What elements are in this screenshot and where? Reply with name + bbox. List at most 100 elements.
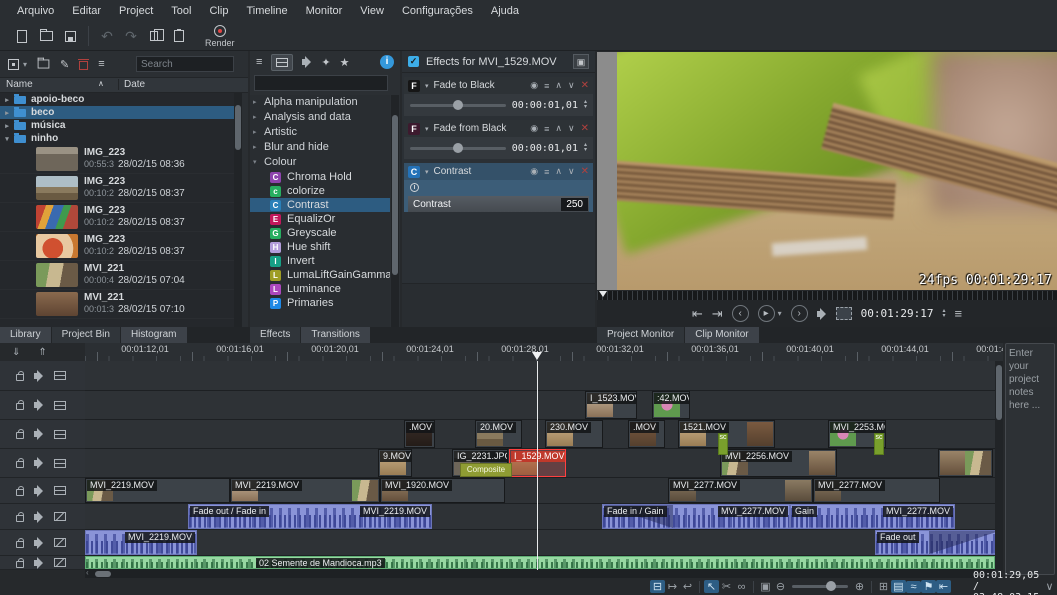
tab-transitions[interactable]: Transitions: [301, 327, 371, 343]
bin-file-row[interactable]: IMG_22300:10:228/02/15 08:37: [0, 203, 234, 232]
track-7[interactable]: MVI_2219.MOV Fade out: [85, 530, 995, 556]
timeline-clip-230-mov[interactable]: 230.MOV: [545, 420, 603, 448]
tab-library[interactable]: Library: [0, 327, 52, 343]
bin-folder-ninho[interactable]: ▾ninho: [0, 132, 234, 145]
timeline-clip-mvi-2256-mov[interactable]: MVI_2256.MOV: [720, 449, 837, 477]
new-project-button[interactable]: [10, 24, 34, 48]
collapse-effect-icon[interactable]: ▾: [425, 82, 429, 90]
copy-button[interactable]: [143, 24, 167, 48]
menu-monitor[interactable]: Monitor: [297, 0, 352, 22]
effect-move-up-icon[interactable]: ∧: [555, 166, 562, 177]
play-dropdown-icon[interactable]: ▾: [778, 309, 782, 318]
tab-effects[interactable]: Effects: [250, 327, 301, 343]
contrast-parameter-value[interactable]: 250: [561, 198, 588, 211]
extract-zone-icon[interactable]: ⇑: [38, 347, 46, 358]
lock-track-icon[interactable]: [16, 561, 24, 568]
timeline-position-timecode[interactable]: 00:01:29,05 / 03:48:03,15: [973, 570, 1042, 595]
effect-item-colorize[interactable]: ccolorize: [250, 184, 390, 198]
effect-enable-icon[interactable]: ◉: [530, 123, 538, 134]
effect-fade-from-black[interactable]: F ▾ Fade from Black ◉ ≡ ∧ ∨ ✕ 00:00:01,0…: [404, 120, 593, 159]
timeline-clip-mvi-2277-mov[interactable]: GainMVI_2277.MOV: [790, 504, 955, 529]
effect-delete-icon[interactable]: ✕: [581, 80, 589, 91]
timeline-clip--mov[interactable]: .MOV: [628, 420, 665, 448]
composite-transition[interactable]: Composite: [460, 463, 512, 477]
mute-track-icon[interactable]: [34, 431, 38, 437]
timeline-vscrollbar[interactable]: [995, 361, 1003, 570]
tab-project-bin[interactable]: Project Bin: [52, 327, 121, 343]
effect-item-greyscale[interactable]: GGreyscale: [250, 226, 390, 240]
bin-file-row[interactable]: MVI_22100:01:328/02/15 07:10: [0, 290, 234, 319]
timeline-clip-mvi-2219-mov[interactable]: MVI_2219.MOV: [85, 530, 197, 555]
rewind-icon[interactable]: ‹: [732, 305, 749, 322]
forward-icon[interactable]: ›: [791, 305, 808, 322]
menu-timeline[interactable]: Timeline: [237, 0, 296, 22]
effect-move-down-icon[interactable]: ∨: [568, 80, 575, 91]
effect-contrast[interactable]: C ▾ Contrast ◉ ≡ ∧ ∨ ✕ Contrast 250: [404, 163, 593, 212]
timeline-clip-9-mov[interactable]: 9.MOV: [378, 449, 412, 477]
play-icon[interactable]: ▸: [758, 305, 775, 322]
edit-clip-icon[interactable]: ✎: [60, 58, 69, 71]
effect-move-up-icon[interactable]: ∧: [555, 80, 562, 91]
mute-track-icon[interactable]: [34, 460, 38, 466]
mute-track-icon[interactable]: [34, 560, 38, 566]
effect-item-hue-shift[interactable]: HHue shift: [250, 240, 390, 254]
timeline-clip-mvi-2219-mov[interactable]: MVI_2219.MOV: [85, 478, 230, 503]
timeline-clip-mvi-2277-mov[interactable]: Fade in / GainMVI_2277.MOV: [602, 504, 790, 529]
timeline-clip[interactable]: Fade out: [875, 530, 995, 555]
project-notes[interactable]: Enter your project notes here ...: [1005, 343, 1055, 575]
go-to-zone-start-icon[interactable]: ⇤: [692, 306, 703, 322]
timeline-clip--42-mov[interactable]: :42.MOV: [652, 391, 690, 419]
timeline-ruler[interactable]: 00:01:12,0100:01:16,0100:01:20,0100:01:2…: [85, 343, 1003, 361]
track-1[interactable]: [85, 361, 995, 391]
menu-editar[interactable]: Editar: [63, 0, 110, 22]
insert-mode-icon[interactable]: ↩: [680, 580, 695, 593]
bin-file-row[interactable]: IMG_22300:55:328/02/15 08:36: [0, 145, 234, 174]
lock-track-icon[interactable]: [16, 403, 24, 410]
zoom-out-icon[interactable]: ⊖: [773, 580, 788, 593]
insert-zone-icon[interactable]: ⇓: [12, 347, 20, 358]
timeline-clip-02-semente-de-mandioca-mp3[interactable]: 02 Semente de Mandioca.mp3: [85, 556, 995, 569]
fade-from-black-value[interactable]: 00:00:01,01: [512, 143, 578, 154]
effects-search-input[interactable]: [254, 75, 388, 91]
effect-category-alpha-manipulation[interactable]: Alpha manipulation: [250, 95, 390, 110]
effect-item-invert[interactable]: IInvert: [250, 254, 390, 268]
menu-ajuda[interactable]: Ajuda: [482, 0, 528, 22]
effect-category-artistic[interactable]: Artistic: [250, 125, 390, 140]
selection-tool-icon[interactable]: ↖: [704, 580, 719, 593]
track-6[interactable]: Fade out / Fade inMVI_2219.MOVFade in / …: [85, 504, 995, 530]
menu-view[interactable]: View: [351, 0, 393, 22]
timeline-hscrollbar-thumb[interactable]: [95, 571, 111, 577]
tab-clip-monitor[interactable]: Clip Monitor: [685, 327, 759, 343]
zoom-slider-handle[interactable]: [826, 581, 836, 591]
playhead-line[interactable]: [537, 361, 538, 570]
effect-move-down-icon[interactable]: ∨: [568, 166, 575, 177]
bin-folder-apoio-beco[interactable]: ▸apoio-beco: [0, 93, 234, 106]
timeline-clip-mvi-2277-mov[interactable]: MVI_2277.MOV: [813, 478, 940, 503]
overwrite-mode-icon[interactable]: ↦: [665, 580, 680, 593]
effect-category-colour[interactable]: Colour: [250, 155, 390, 170]
lock-track-icon[interactable]: [16, 374, 24, 381]
timeline-clip-20-mov[interactable]: 20.MOV: [475, 420, 522, 448]
effect-category-blur-and-hide[interactable]: Blur and hide: [250, 140, 390, 155]
effect-fade-to-black[interactable]: F ▾ Fade to Black ◉ ≡ ∧ ∨ ✕ 00:00:01,01 …: [404, 77, 593, 116]
add-clip-icon[interactable]: [8, 59, 19, 70]
lock-track-icon[interactable]: [16, 461, 24, 468]
bin-folder-música[interactable]: ▸música: [0, 119, 234, 132]
menu-project[interactable]: Project: [110, 0, 162, 22]
fade-to-black-slider[interactable]: [410, 104, 506, 107]
scroll-left-icon[interactable]: ‹: [86, 568, 89, 577]
timeline-clip-mvi-1920-mov[interactable]: MVI_1920.MOV: [380, 478, 505, 503]
fit-zoom-icon[interactable]: ▣: [758, 580, 773, 593]
compare-effect-button[interactable]: ▣: [573, 54, 589, 69]
effect-delete-icon[interactable]: ✕: [581, 123, 589, 134]
save-project-button[interactable]: [58, 24, 82, 48]
mute-track-icon[interactable]: [34, 402, 38, 408]
bin-search-input[interactable]: [136, 56, 234, 72]
bin-column-headers[interactable]: Name ∧ Date: [0, 77, 248, 93]
effect-item-luminance[interactable]: LLuminance: [250, 282, 390, 296]
zoom-in-icon[interactable]: ⊕: [852, 580, 867, 593]
keyframe-clock-icon[interactable]: [410, 183, 419, 192]
spacer-tool-icon[interactable]: ∞: [734, 581, 749, 593]
effect-menu-icon[interactable]: ≡: [544, 167, 549, 177]
mute-track-icon[interactable]: [34, 514, 38, 520]
